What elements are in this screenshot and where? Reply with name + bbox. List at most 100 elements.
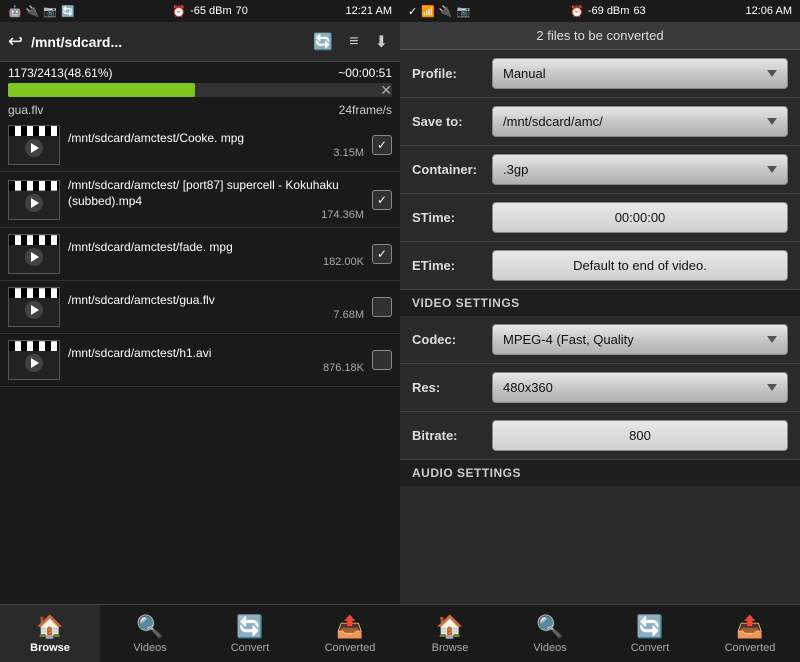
- settings-control: 00:00:00: [492, 202, 788, 233]
- download-button[interactable]: ⬇: [371, 30, 392, 54]
- nav-tab-convert-right[interactable]: 🔄 Convert: [600, 605, 700, 662]
- status-icons-right: ✓ 📶 🔌 📷: [408, 5, 470, 18]
- nav-tab-browse[interactable]: 🏠 Browse: [0, 605, 100, 662]
- settings-row: Container: .3gp: [400, 146, 800, 194]
- file-size: 876.18K: [68, 362, 364, 374]
- nav-tab-label: Browse: [30, 642, 70, 654]
- dropdown-value: Manual: [503, 66, 546, 81]
- play-circle: [25, 301, 43, 319]
- settings-row: ETime: Default to end of video.: [400, 242, 800, 290]
- input-field-bitrate[interactable]: 800: [492, 420, 788, 451]
- nav-tab-converted[interactable]: 📤 Converted: [300, 605, 400, 662]
- file-item[interactable]: /mnt/sdcard/amctest/h1.avi 876.18K: [0, 334, 400, 387]
- time-right: 12:06 AM: [746, 5, 792, 17]
- settings-scroll: Profile: Manual Save to: /mnt/sdcard/amc…: [400, 50, 800, 604]
- file-checkbox[interactable]: [372, 350, 392, 370]
- file-info: /mnt/sdcard/amctest/gua.flv 7.68M: [68, 293, 364, 321]
- nav-tab-icon: 📤: [336, 614, 363, 640]
- dropdown-arrow-icon: [767, 70, 777, 77]
- dropdown-arrow-icon: [767, 384, 777, 391]
- current-file-fps: 24frame/s: [339, 103, 392, 117]
- current-file-name: gua.flv: [8, 103, 43, 117]
- file-checkbox[interactable]: ✓: [372, 190, 392, 210]
- file-name: /mnt/sdcard/amctest/ [port87] supercell …: [68, 178, 364, 209]
- file-info: /mnt/sdcard/amctest/Cooke. mpg 3.15M: [68, 131, 364, 159]
- nav-tab-label: Converted: [725, 642, 776, 654]
- play-circle: [25, 248, 43, 266]
- file-checkbox[interactable]: ✓: [372, 135, 392, 155]
- file-checkbox[interactable]: [372, 297, 392, 317]
- settings-control: MPEG-4 (Fast, Quality: [492, 324, 788, 355]
- file-checkbox[interactable]: ✓: [372, 244, 392, 264]
- signal-left: -65 dBm: [190, 5, 232, 17]
- status-center-left: ⏰ -65 dBm 70: [172, 5, 248, 18]
- dropdown-container[interactable]: .3gp: [492, 154, 788, 185]
- dropdown-value: 480x360: [503, 380, 553, 395]
- bottom-nav-left: 🏠 Browse 🔍 Videos 🔄 Convert 📤 Converted: [0, 604, 400, 662]
- dropdown-profile[interactable]: Manual: [492, 58, 788, 89]
- nav-tab-icon: 🔍: [136, 614, 163, 640]
- play-circle: [25, 354, 43, 372]
- file-item[interactable]: /mnt/sdcard/amctest/fade. mpg 182.00K ✓: [0, 228, 400, 281]
- file-item[interactable]: /mnt/sdcard/amctest/gua.flv 7.68M: [0, 281, 400, 334]
- settings-row: STime: 00:00:00: [400, 194, 800, 242]
- nav-tab-videos[interactable]: 🔍 Videos: [100, 605, 200, 662]
- settings-label: Save to:: [412, 114, 492, 129]
- menu-button[interactable]: ≡: [345, 31, 362, 53]
- settings-control: Manual: [492, 58, 788, 89]
- refresh-button[interactable]: 🔄: [309, 30, 337, 54]
- file-size: 3.15M: [68, 147, 364, 159]
- battery-left: 70: [236, 5, 248, 17]
- signal-right: -69 dBm: [588, 5, 630, 17]
- input-field-etime[interactable]: Default to end of video.: [492, 250, 788, 281]
- nav-tab-convert[interactable]: 🔄 Convert: [200, 605, 300, 662]
- nav-tab-label: Convert: [631, 642, 670, 654]
- progress-fill: [8, 83, 195, 97]
- progress-info: 1173/2413(48.61%) ~00:00:51: [8, 66, 392, 80]
- progress-text: 1173/2413(48.61%): [8, 66, 113, 80]
- dropdown-res[interactable]: 480x360: [492, 372, 788, 403]
- clapper-top: [9, 288, 59, 298]
- nav-tab-converted-right[interactable]: 📤 Converted: [700, 605, 800, 662]
- settings-label: Profile:: [412, 66, 492, 81]
- file-thumbnail: [8, 234, 60, 274]
- play-triangle-icon: [31, 198, 39, 208]
- settings-label: Container:: [412, 162, 492, 177]
- input-field-stime[interactable]: 00:00:00: [492, 202, 788, 233]
- video-settings-header: VIDEO SETTINGS: [400, 290, 800, 316]
- left-panel: 🤖 🔌 📷 🔄 ⏰ -65 dBm 70 12:21 AM ↩ /mnt/sdc…: [0, 0, 400, 662]
- play-triangle-icon: [31, 305, 39, 315]
- nav-icons: 🔄 ≡ ⬇: [309, 30, 392, 54]
- settings-row: Save to: /mnt/sdcard/amc/: [400, 98, 800, 146]
- nav-tab-icon: 🏠: [436, 614, 463, 640]
- nav-bar-left: ↩ /mnt/sdcard... 🔄 ≡ ⬇: [0, 22, 400, 62]
- nav-tab-icon: 📤: [736, 614, 763, 640]
- settings-label: Res:: [412, 380, 492, 395]
- nav-tab-icon: 🔄: [636, 614, 663, 640]
- dropdown-save to[interactable]: /mnt/sdcard/amc/: [492, 106, 788, 137]
- play-circle: [25, 194, 43, 212]
- nav-tab-browse-right[interactable]: 🏠 Browse: [400, 605, 500, 662]
- file-item[interactable]: /mnt/sdcard/amctest/Cooke. mpg 3.15M ✓: [0, 119, 400, 172]
- progress-time: ~00:00:51: [338, 66, 392, 80]
- settings-row: Profile: Manual: [400, 50, 800, 98]
- file-item[interactable]: /mnt/sdcard/amctest/ [port87] supercell …: [0, 172, 400, 228]
- settings-label: Codec:: [412, 332, 492, 347]
- nav-tab-label: Videos: [133, 642, 166, 654]
- dropdown-arrow-icon: [767, 336, 777, 343]
- status-center-right: ⏰ -69 dBm 63: [570, 5, 646, 18]
- nav-tab-label: Videos: [533, 642, 566, 654]
- progress-close-icon[interactable]: ✕: [380, 83, 392, 97]
- nav-tab-label: Convert: [231, 642, 270, 654]
- settings-control: 480x360: [492, 372, 788, 403]
- settings-row: Codec: MPEG-4 (Fast, Quality: [400, 316, 800, 364]
- convert-icon: 🔄: [61, 5, 75, 18]
- file-thumbnail: [8, 125, 60, 165]
- file-name: /mnt/sdcard/amctest/gua.flv: [68, 293, 364, 309]
- play-triangle-icon: [31, 358, 39, 368]
- file-name: /mnt/sdcard/amctest/Cooke. mpg: [68, 131, 364, 147]
- check-icon: ✓: [408, 5, 417, 18]
- dropdown-codec[interactable]: MPEG-4 (Fast, Quality: [492, 324, 788, 355]
- back-button[interactable]: ↩: [8, 31, 23, 52]
- nav-tab-videos-right[interactable]: 🔍 Videos: [500, 605, 600, 662]
